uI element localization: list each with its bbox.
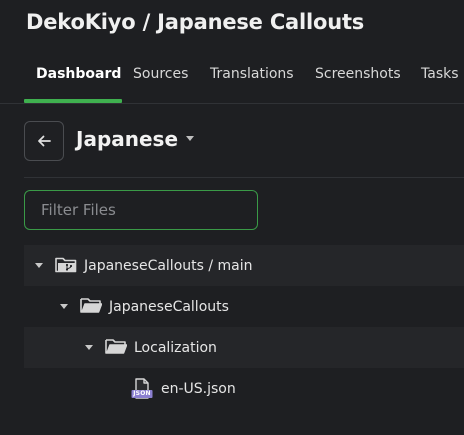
json-badge: JSON: [133, 389, 151, 397]
tab-dashboard[interactable]: Dashboard: [36, 52, 121, 104]
arrow-left-icon: [36, 133, 52, 149]
caret-down-icon[interactable]: [35, 263, 43, 268]
caret-down-icon[interactable]: [60, 304, 68, 309]
tab-sources[interactable]: Sources: [133, 52, 188, 104]
tree-row-branch[interactable]: JapaneseCallouts / main: [24, 245, 464, 286]
language-title: Japanese: [76, 127, 179, 151]
tree-row-label: JapaneseCallouts / main: [84, 257, 253, 274]
tab-translations[interactable]: Translations: [210, 52, 294, 104]
tree-row-folder[interactable]: Localization: [24, 327, 464, 368]
tree-row-file[interactable]: JSON en-US.json: [24, 368, 464, 409]
file-tree: JapaneseCallouts / main JapaneseCallouts…: [24, 245, 464, 409]
filter-files-input[interactable]: [24, 190, 258, 230]
tree-row-label: Localization: [134, 339, 217, 356]
caret-down-icon[interactable]: [85, 345, 93, 350]
divider: [24, 177, 464, 178]
tab-tasks[interactable]: Tasks: [421, 52, 459, 104]
tab-screenshots[interactable]: Screenshots: [315, 52, 401, 104]
tab-bar: Dashboard Sources Translations Screensho…: [0, 52, 464, 104]
tree-row-folder[interactable]: JapaneseCallouts: [24, 286, 464, 327]
tree-row-label: en-US.json: [161, 380, 236, 397]
active-tab-indicator: [24, 99, 122, 103]
json-file-icon: JSON: [131, 377, 153, 400]
page-title: DekoKiyo / Japanese Callouts: [26, 10, 365, 34]
branch-folder-icon: [55, 255, 77, 277]
folder-open-icon: [80, 296, 103, 318]
caret-down-icon[interactable]: [186, 136, 194, 141]
folder-open-icon: [105, 337, 128, 359]
tree-row-label: JapaneseCallouts: [109, 298, 229, 315]
back-button[interactable]: [24, 121, 64, 161]
